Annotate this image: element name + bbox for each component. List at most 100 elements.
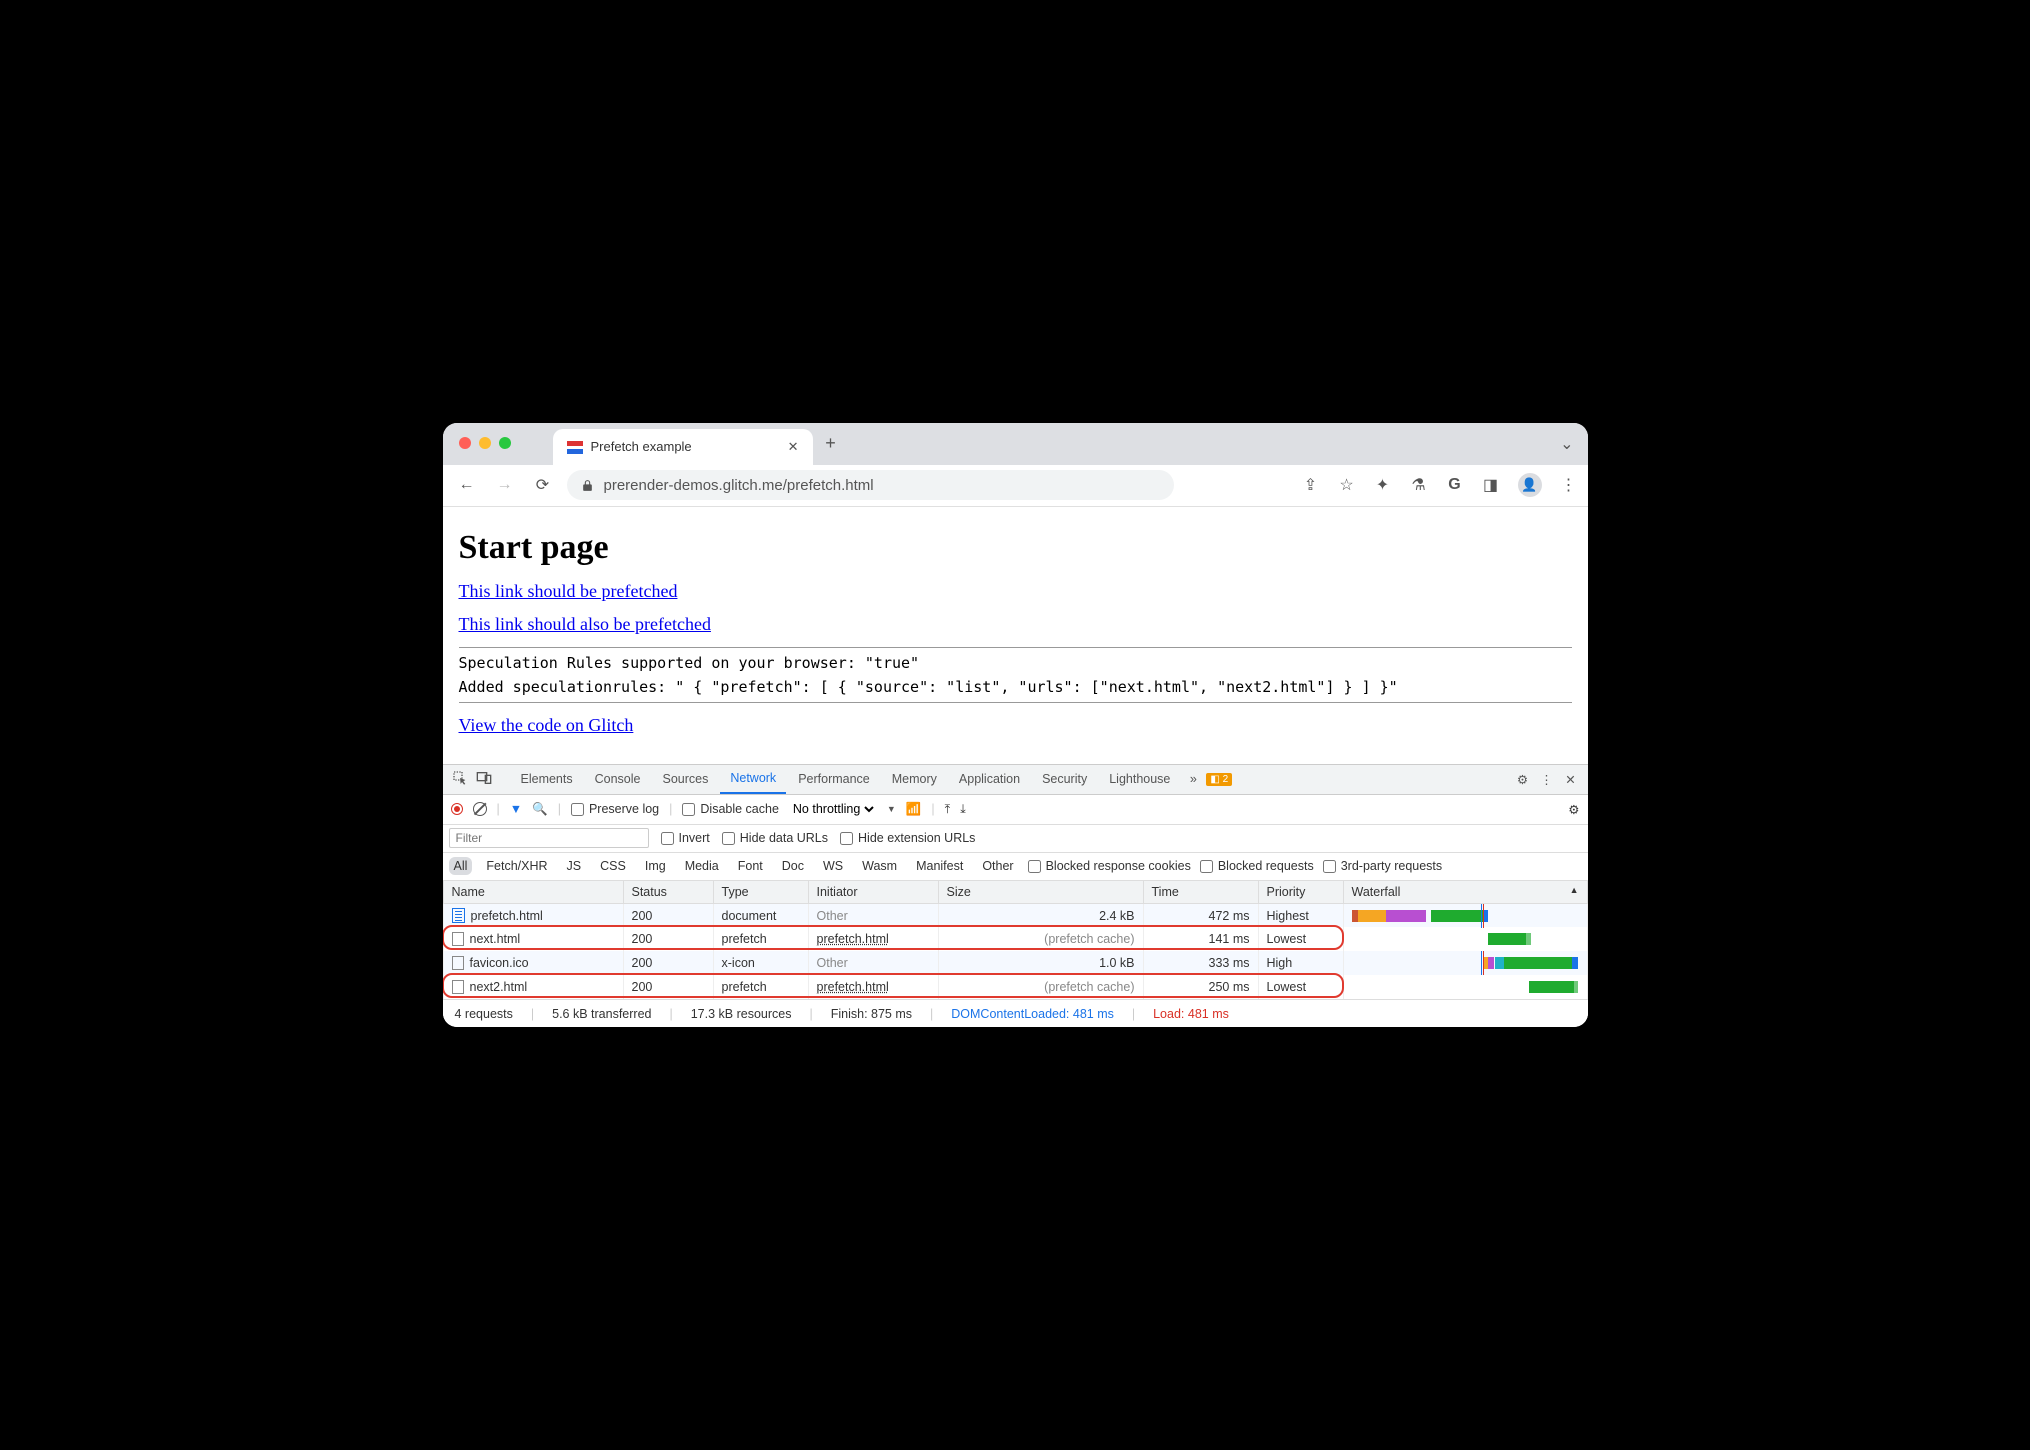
tab-sources[interactable]: Sources — [652, 765, 718, 794]
search-icon[interactable]: 🔍 — [532, 802, 548, 817]
address-bar[interactable]: prerender-demos.glitch.me/prefetch.html — [567, 470, 1175, 500]
filter-funnel-icon[interactable]: ▼ — [510, 802, 522, 816]
table-row[interactable]: favicon.ico 200 x-icon Other 1.0 kB 333 … — [443, 951, 1587, 975]
table-row[interactable]: prefetch.html 200 document Other 2.4 kB … — [443, 903, 1587, 927]
import-har-icon[interactable]: ⤒ — [945, 802, 951, 817]
request-priority: Lowest — [1258, 975, 1343, 999]
filter-media[interactable]: Media — [680, 857, 724, 875]
browser-menu-icon[interactable]: ⋮ — [1560, 475, 1578, 495]
clear-button[interactable] — [473, 802, 487, 816]
view-code-link[interactable]: View the code on Glitch — [459, 715, 634, 735]
warnings-badge[interactable]: ◧ 2 — [1206, 773, 1232, 786]
request-size: (prefetch cache) — [938, 975, 1143, 999]
col-name[interactable]: Name — [443, 881, 623, 904]
profile-avatar[interactable]: 👤 — [1518, 473, 1542, 497]
request-type: x-icon — [713, 951, 808, 975]
filter-fetch[interactable]: Fetch/XHR — [481, 857, 552, 875]
bookmark-star-icon[interactable]: ☆ — [1338, 475, 1356, 495]
google-g-icon[interactable]: G — [1446, 476, 1464, 494]
side-panel-icon[interactable]: ◨ — [1482, 475, 1500, 495]
tab-performance[interactable]: Performance — [788, 765, 880, 794]
table-row[interactable]: next2.html 200 prefetch prefetch.html (p… — [443, 975, 1587, 999]
close-window-icon[interactable] — [459, 437, 471, 449]
table-row[interactable]: next.html 200 prefetch prefetch.html (pr… — [443, 927, 1587, 951]
col-time[interactable]: Time — [1143, 881, 1258, 904]
waterfall-bar — [1352, 908, 1579, 924]
filter-ws[interactable]: WS — [818, 857, 848, 875]
export-har-icon[interactable]: ⤓ — [960, 802, 966, 817]
maximize-window-icon[interactable] — [499, 437, 511, 449]
tab-security[interactable]: Security — [1032, 765, 1097, 794]
filter-img[interactable]: Img — [640, 857, 671, 875]
tab-favicon-icon — [567, 439, 583, 455]
reload-button[interactable]: ⟳ — [529, 475, 557, 495]
tab-memory[interactable]: Memory — [882, 765, 947, 794]
titlebar: Prefetch example ✕ + ⌄ — [443, 423, 1588, 465]
prefetch-link-1[interactable]: This link should be prefetched — [459, 581, 678, 601]
filter-all[interactable]: All — [449, 857, 473, 875]
extensions-puzzle-icon[interactable]: ✦ — [1374, 475, 1392, 495]
filter-wasm[interactable]: Wasm — [857, 857, 902, 875]
waterfall-bar — [1352, 931, 1579, 947]
browser-tab[interactable]: Prefetch example ✕ — [553, 429, 813, 465]
document-icon — [452, 908, 465, 923]
tab-application[interactable]: Application — [949, 765, 1030, 794]
devtools-close-icon[interactable]: ✕ — [1560, 772, 1582, 787]
device-toolbar-icon[interactable] — [473, 770, 495, 789]
request-initiator[interactable]: prefetch.html — [808, 927, 938, 951]
more-tabs-chevron-icon[interactable]: » — [1182, 772, 1204, 786]
disable-cache-checkbox[interactable]: Disable cache — [682, 802, 779, 816]
request-initiator[interactable]: prefetch.html — [808, 975, 938, 999]
request-status: 200 — [623, 975, 713, 999]
share-icon[interactable]: ⇪ — [1302, 475, 1320, 495]
filter-font[interactable]: Font — [733, 857, 768, 875]
waterfall-bar — [1352, 955, 1579, 971]
filter-js[interactable]: JS — [562, 857, 587, 875]
throttling-select[interactable]: No throttling — [789, 801, 877, 817]
minimize-window-icon[interactable] — [479, 437, 491, 449]
forward-button[interactable]: → — [491, 476, 519, 494]
col-waterfall[interactable]: Waterfall▲ — [1343, 881, 1587, 904]
filter-manifest[interactable]: Manifest — [911, 857, 968, 875]
network-conditions-wifi-icon[interactable]: 📶 — [906, 802, 922, 817]
tab-network[interactable]: Network — [720, 765, 786, 794]
hide-extension-urls-checkbox[interactable]: Hide extension URLs — [840, 831, 975, 845]
third-party-checkbox[interactable]: 3rd-party requests — [1323, 859, 1442, 873]
request-time: 250 ms — [1143, 975, 1258, 999]
col-priority[interactable]: Priority — [1258, 881, 1343, 904]
request-time: 472 ms — [1143, 903, 1258, 927]
filter-doc[interactable]: Doc — [777, 857, 809, 875]
tab-list-chevron-icon[interactable]: ⌄ — [1560, 434, 1573, 454]
file-icon — [452, 956, 464, 970]
tab-elements[interactable]: Elements — [511, 765, 583, 794]
prefetch-link-2[interactable]: This link should also be prefetched — [459, 614, 711, 634]
col-size[interactable]: Size — [938, 881, 1143, 904]
labs-flask-icon[interactable]: ⚗ — [1410, 475, 1428, 495]
blocked-cookies-checkbox[interactable]: Blocked response cookies — [1028, 859, 1191, 873]
tab-close-icon[interactable]: ✕ — [788, 439, 799, 455]
col-initiator[interactable]: Initiator — [808, 881, 938, 904]
hide-data-urls-checkbox[interactable]: Hide data URLs — [722, 831, 828, 845]
inspect-element-icon[interactable] — [449, 770, 471, 789]
blocked-requests-checkbox[interactable]: Blocked requests — [1200, 859, 1314, 873]
devtools-settings-gear-icon[interactable]: ⚙ — [1512, 772, 1534, 787]
col-type[interactable]: Type — [713, 881, 808, 904]
divider — [459, 647, 1572, 648]
filter-other[interactable]: Other — [977, 857, 1018, 875]
request-name: favicon.ico — [470, 956, 529, 970]
request-name: next2.html — [470, 980, 528, 994]
new-tab-button[interactable]: + — [813, 433, 849, 454]
back-button[interactable]: ← — [453, 476, 481, 494]
tab-console[interactable]: Console — [585, 765, 651, 794]
record-button[interactable] — [451, 803, 463, 815]
devtools-menu-icon[interactable]: ⋮ — [1536, 772, 1558, 787]
filter-css[interactable]: CSS — [595, 857, 631, 875]
preserve-log-checkbox[interactable]: Preserve log — [571, 802, 659, 816]
filter-input[interactable] — [449, 828, 649, 848]
request-priority: Highest — [1258, 903, 1343, 927]
col-status[interactable]: Status — [623, 881, 713, 904]
tab-lighthouse[interactable]: Lighthouse — [1099, 765, 1180, 794]
summary-resources: 17.3 kB resources — [691, 1007, 792, 1021]
invert-checkbox[interactable]: Invert — [661, 831, 710, 845]
network-settings-gear-icon[interactable]: ⚙ — [1568, 802, 1579, 817]
